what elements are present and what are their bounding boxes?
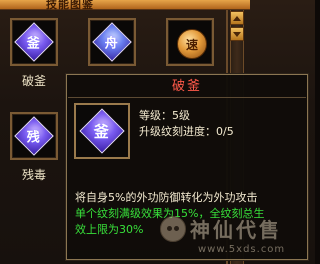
pofu-skill-large-icon: 釜 xyxy=(79,108,125,154)
pofu-skill-icon: 釜 xyxy=(14,22,54,62)
skill-slot-3[interactable]: 速 xyxy=(166,18,214,66)
scroll-down-button[interactable] xyxy=(230,27,244,41)
tooltip-progress: 升级纹刻进度：0/5 xyxy=(139,125,234,138)
skill-label-candu: 残毒 xyxy=(21,168,46,182)
skill-label-pofu: 破釜 xyxy=(21,74,46,88)
speed-skill-icon: 速 xyxy=(177,29,207,59)
candu-skill-icon: 残 xyxy=(14,116,54,156)
arrow-down-icon xyxy=(233,31,241,37)
skill-slot-pofu[interactable]: 釜 xyxy=(10,18,58,66)
skill-slot-candu[interactable]: 残 xyxy=(10,112,58,160)
tooltip-desc-line-1: 将自身5%的外功防御转化为外功攻击 xyxy=(75,191,258,204)
scroll-up-button[interactable] xyxy=(230,11,244,25)
tooltip-title: 破釜 xyxy=(68,76,306,98)
boat-skill-icon: 舟 xyxy=(92,22,132,62)
site-watermark: 神仙代售 www.5xds.com xyxy=(158,212,314,262)
arrow-up-icon xyxy=(233,15,241,21)
tooltip-level: 等级：5级 xyxy=(139,109,190,122)
watermark-url: www.5xds.com xyxy=(198,244,286,255)
watermark-text: 神仙代售 xyxy=(190,218,282,242)
tooltip-icon-frame: 釜 xyxy=(74,103,130,159)
skill-slot-2[interactable]: 舟 xyxy=(88,18,136,66)
panel-title-bar: 技能图鉴 xyxy=(0,0,250,11)
watermark-logo-icon xyxy=(160,216,186,242)
